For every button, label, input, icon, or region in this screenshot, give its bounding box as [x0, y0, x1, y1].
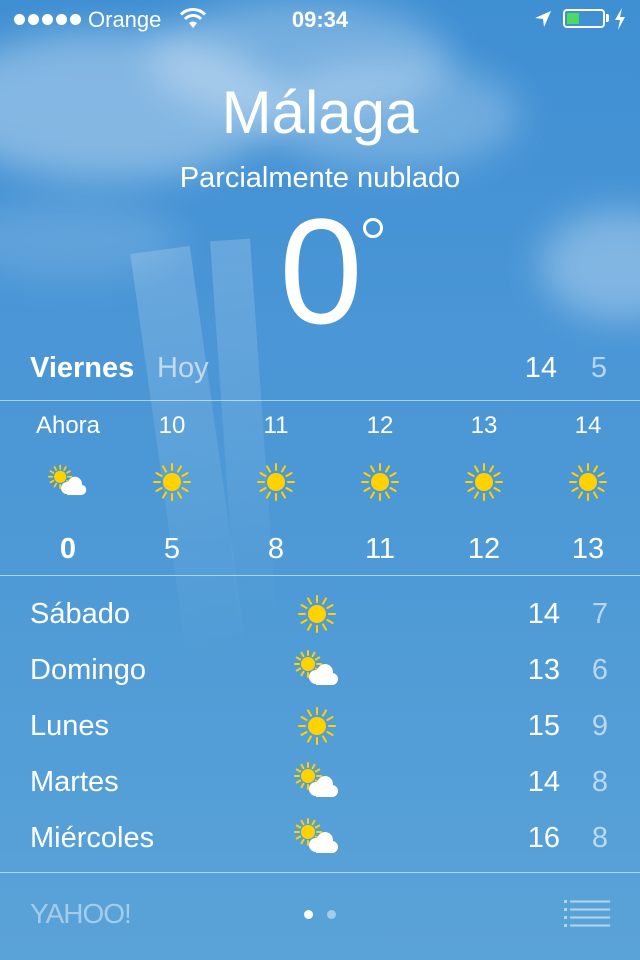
hourly-item: 11 8	[224, 405, 328, 570]
sun-icon	[256, 462, 296, 502]
degree-icon	[363, 218, 383, 238]
divider	[0, 575, 640, 576]
partly-cloudy-icon	[48, 462, 88, 502]
hourly-temp: 0	[59, 533, 77, 565]
today-low: 5	[590, 352, 607, 384]
battery-icon	[563, 9, 605, 28]
daily-low: 8	[591, 766, 608, 798]
hourly-time: 11	[263, 412, 289, 439]
daily-row: Lunes 15 9	[0, 698, 640, 754]
hourly-time: Ahora	[35, 412, 101, 439]
partly-cloudy-icon	[294, 818, 340, 858]
today-summary: Viernes Hoy 14 5	[0, 352, 640, 396]
today-label: Hoy	[157, 352, 209, 384]
location-arrow-icon	[535, 11, 551, 27]
daily-day-name: Miércoles	[30, 822, 155, 854]
sun-icon	[152, 462, 192, 502]
hourly-item: 14 13	[536, 405, 640, 570]
daily-high: 15	[527, 710, 560, 742]
partly-cloudy-icon	[294, 762, 340, 802]
hourly-time: 14	[574, 412, 602, 439]
current-temperature: 0	[0, 196, 640, 346]
battery-tip	[606, 14, 609, 22]
status-bar: Orange 09:34	[0, 0, 640, 40]
hourly-item: Ahora 0	[16, 405, 120, 570]
partly-cloudy-icon	[294, 650, 340, 690]
city-name: Málaga	[221, 79, 419, 146]
hourly-forecast[interactable]: Ahora 0 10 5 11 8 12 11 13 12 14 13	[0, 405, 640, 570]
hourly-temp: 11	[364, 533, 396, 565]
hourly-temp: 13	[571, 533, 605, 565]
hourly-time: 12	[366, 412, 394, 439]
daily-low: 7	[591, 598, 608, 630]
current-temperature-value: 0	[279, 187, 362, 355]
daily-row: Sábado 14 7	[0, 586, 640, 642]
page-indicator[interactable]	[0, 910, 640, 919]
hourly-item: 13 12	[432, 405, 536, 570]
daily-high: 16	[527, 822, 560, 854]
daily-high: 14	[527, 598, 560, 630]
daily-day-name: Lunes	[30, 710, 110, 742]
daily-row: Miércoles 16 8	[0, 810, 640, 866]
daily-day-name: Martes	[30, 766, 119, 798]
daily-row: Martes 14 8	[0, 754, 640, 810]
today-day-name: Viernes	[30, 352, 135, 384]
page-dot[interactable]	[304, 910, 313, 919]
battery-level	[567, 13, 579, 24]
daily-high: 14	[527, 766, 560, 798]
sun-icon	[464, 462, 504, 502]
sun-icon	[360, 462, 400, 502]
daily-day-name: Sábado	[30, 598, 130, 630]
hourly-temp: 12	[467, 533, 501, 565]
page-dot[interactable]	[327, 910, 336, 919]
charging-bolt-icon	[615, 8, 625, 30]
hourly-item: 12 11	[328, 405, 432, 570]
footer-bar: YAHOO!	[0, 872, 640, 960]
daily-high: 13	[527, 654, 560, 686]
hourly-temp: 8	[267, 533, 285, 565]
daily-row: Domingo 13 6	[0, 642, 640, 698]
today-high: 14	[524, 352, 557, 384]
hourly-time: 13	[470, 412, 498, 439]
hourly-item: 10 5	[120, 405, 224, 570]
daily-low: 9	[591, 710, 608, 742]
hourly-time: 10	[158, 412, 186, 439]
divider	[0, 400, 640, 401]
daily-day-name: Domingo	[30, 654, 147, 686]
hourly-temp: 5	[163, 533, 181, 565]
sun-icon	[568, 462, 608, 502]
daily-low: 6	[591, 654, 608, 686]
city-list-icon[interactable]	[564, 899, 610, 929]
daily-low: 8	[591, 822, 608, 854]
sun-icon	[294, 706, 340, 746]
sun-icon	[294, 594, 340, 634]
